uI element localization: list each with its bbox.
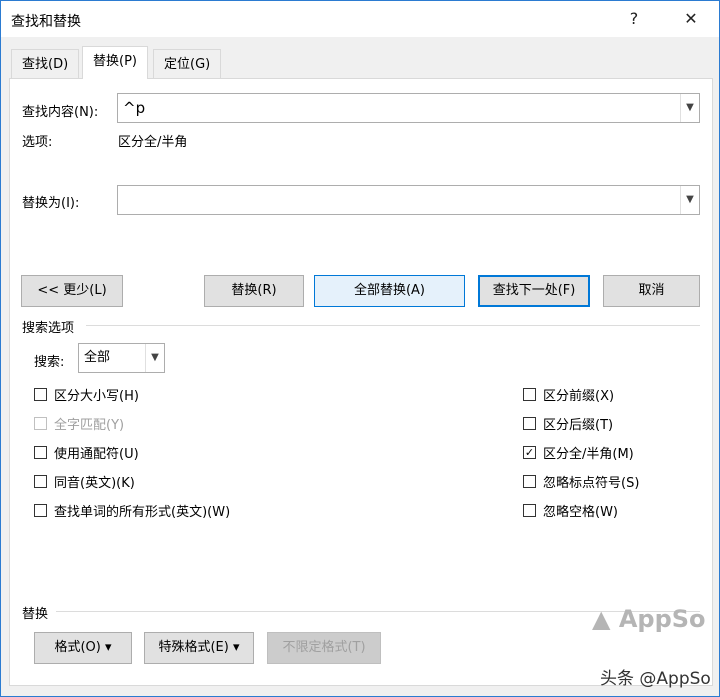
find-value: ^p	[123, 99, 146, 117]
help-button[interactable]: ?	[619, 7, 649, 31]
appso-logo-icon: ▲	[592, 605, 611, 633]
replace-label: 替换为(I):	[22, 196, 80, 211]
cancel-button[interactable]: 取消	[603, 275, 700, 307]
search-label: 搜索:	[34, 355, 65, 370]
checkbox-whole-word: 全字匹配(Y)	[34, 414, 124, 433]
less-button[interactable]: << 更少(L)	[21, 275, 123, 307]
replace-button[interactable]: 替换(R)	[204, 275, 304, 307]
close-button[interactable]: ✕	[676, 7, 706, 31]
special-format-button[interactable]: 特殊格式(E) ▾	[144, 632, 254, 664]
search-direction-value: 全部	[84, 350, 111, 365]
checkbox-wildcards[interactable]: 使用通配符(U)	[34, 443, 139, 462]
checkbox-word-forms[interactable]: 查找单词的所有形式(英文)(W)	[34, 501, 230, 520]
no-formatting-button: 不限定格式(T)	[267, 632, 381, 664]
checkbox-match-suffix[interactable]: 区分后缀(T)	[523, 414, 613, 433]
tab-find[interactable]: 查找(D)	[11, 49, 80, 79]
find-input[interactable]: ^p ▼	[117, 93, 700, 123]
checkbox-ignore-whitespace[interactable]: 忽略空格(W)	[523, 501, 618, 520]
checkbox-match-prefix[interactable]: 区分前缀(X)	[523, 385, 614, 404]
find-next-button[interactable]: 查找下一处(F)	[478, 275, 590, 307]
credit-watermark: 头条 @AppSo	[600, 669, 711, 689]
format-button[interactable]: 格式(O) ▾	[34, 632, 132, 664]
appso-watermark: ▲ AppSo	[592, 605, 706, 633]
checkbox-match-case[interactable]: 区分大小写(H)	[34, 385, 139, 404]
divider	[86, 325, 700, 326]
dialog-title: 查找和替换	[11, 14, 81, 30]
checkbox-ignore-punctuation[interactable]: 忽略标点符号(S)	[523, 472, 639, 491]
tab-replace[interactable]: 替换(P)	[82, 46, 148, 79]
find-replace-dialog: 查找和替换 ? ✕ 查找(D) 替换(P) 定位(G) 查找内容(N): ^p …	[0, 0, 720, 697]
checkbox-sounds-like[interactable]: 同音(英文)(K)	[34, 472, 135, 491]
replace-input[interactable]: ▼	[117, 185, 700, 215]
replace-section-heading: 替换	[22, 607, 49, 622]
replace-all-button[interactable]: 全部替换(A)	[314, 275, 465, 307]
replace-panel: 查找内容(N): ^p ▼ 选项: 区分全/半角 替换为(I): ▼ << 更少…	[9, 78, 713, 689]
title-bar: 查找和替换 ? ✕	[1, 1, 719, 37]
search-direction-select[interactable]: 全部 ▼	[78, 343, 165, 373]
checkbox-match-width[interactable]: ✓ 区分全/半角(M)	[523, 443, 634, 462]
search-options-heading: 搜索选项	[22, 321, 75, 336]
chevron-down-icon[interactable]: ▼	[680, 94, 699, 122]
check-icon: ✓	[523, 446, 536, 459]
tab-goto[interactable]: 定位(G)	[153, 49, 222, 79]
options-value: 区分全/半角	[118, 135, 188, 150]
chevron-down-icon[interactable]: ▼	[145, 344, 164, 372]
find-label: 查找内容(N):	[22, 105, 99, 120]
chevron-down-icon[interactable]: ▼	[680, 186, 699, 214]
options-label: 选项:	[22, 135, 53, 150]
